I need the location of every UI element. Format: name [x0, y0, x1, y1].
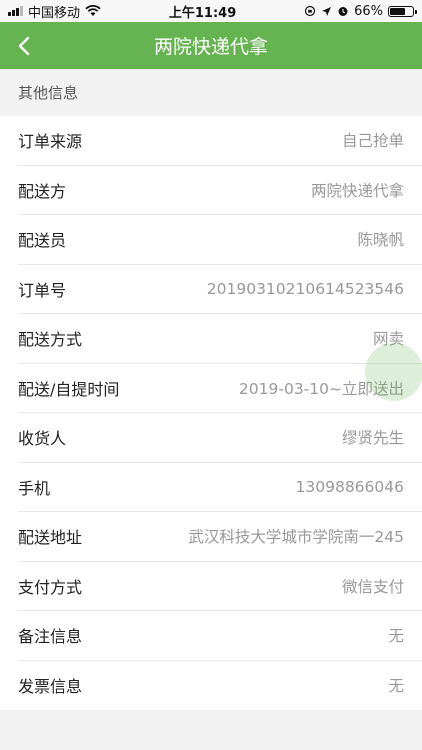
row-label: 发票信息	[18, 677, 83, 697]
info-row-phone: 手机 13098866046	[18, 463, 422, 512]
status-left: 中国移动	[8, 2, 101, 21]
row-label: 配送地址	[18, 528, 83, 548]
row-value: 20190310210614523546	[206, 279, 404, 298]
info-row-delivery-time: 配送/自提时间 2019-03-10~立即送出	[18, 364, 422, 413]
signal-icon	[8, 6, 23, 16]
row-label: 收货人	[18, 429, 67, 449]
battery-icon	[388, 5, 417, 17]
carrier-label: 中国移动	[28, 5, 81, 21]
row-label: 支付方式	[18, 577, 83, 597]
orientation-lock-icon	[304, 5, 316, 17]
row-value: 自己抢单	[341, 132, 404, 151]
location-icon	[322, 6, 332, 16]
chevron-left-icon	[18, 36, 30, 55]
row-value: 13098866046	[295, 477, 404, 496]
row-value: 武汉科技大学城市学院南一245	[188, 528, 404, 547]
page-title: 两院快递代拿	[153, 36, 268, 58]
section-title: 其他信息	[18, 84, 79, 102]
row-value: 缪贤先生	[341, 429, 404, 448]
info-row-payment-method: 支付方式 微信支付	[18, 562, 422, 611]
status-right: 66%	[304, 3, 417, 19]
info-row-order-number: 订单号 20190310210614523546	[18, 265, 422, 314]
row-label: 订单号	[18, 280, 67, 300]
info-row-recipient: 收货人 缪贤先生	[18, 413, 422, 463]
order-info-list: 订单来源 自己抢单 配送方 两院快递代拿 配送员 陈晓帆 订单号 2019031…	[0, 116, 422, 710]
row-value: 两院快递代拿	[310, 181, 404, 200]
info-row-invoice: 发票信息 无	[18, 661, 422, 711]
navigation-bar: 两院快递代拿	[0, 22, 422, 69]
info-row-courier: 配送员 陈晓帆	[18, 215, 422, 265]
row-label: 备注信息	[18, 627, 83, 647]
row-value: 无	[388, 677, 404, 696]
back-button[interactable]	[0, 22, 48, 69]
info-row-remarks: 备注信息 无	[18, 611, 422, 661]
battery-percent: 66%	[354, 3, 383, 19]
row-value: 无	[388, 627, 404, 646]
battery-level	[390, 7, 405, 15]
alarm-icon	[338, 7, 348, 16]
row-label: 手机	[18, 478, 51, 498]
wifi-icon	[85, 5, 101, 16]
touch-indicator	[365, 343, 422, 401]
row-value: 陈晓帆	[357, 231, 404, 250]
status-time: 上午11:49	[168, 5, 237, 21]
info-row-delivery-method: 配送方式 网卖	[18, 314, 422, 364]
info-row-delivery-party: 配送方 两院快递代拿	[18, 166, 422, 215]
row-label: 配送员	[18, 231, 67, 251]
section-header: 其他信息	[0, 69, 422, 116]
row-value: 微信支付	[341, 577, 404, 596]
info-row-order-source: 订单来源 自己抢单	[18, 116, 422, 166]
row-label: 订单来源	[18, 132, 83, 152]
status-bar: 中国移动 上午11:49 66%	[0, 0, 422, 22]
row-label: 配送方	[18, 181, 67, 201]
info-row-address: 配送地址 武汉科技大学城市学院南一245	[18, 512, 422, 562]
row-label: 配送/自提时间	[18, 379, 120, 399]
row-label: 配送方式	[18, 330, 83, 350]
